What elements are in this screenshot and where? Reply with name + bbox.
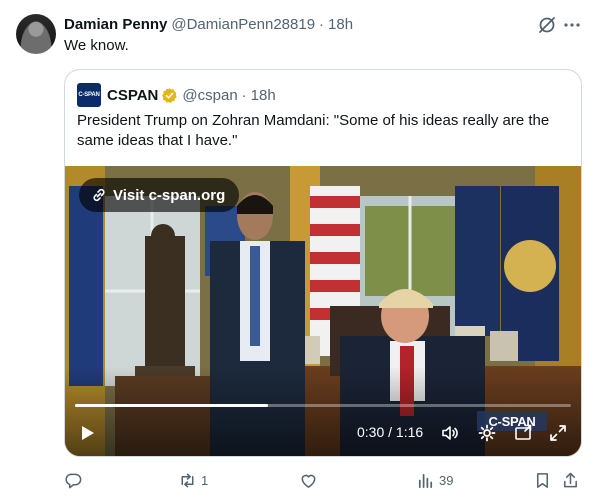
- repost-count: 1: [201, 472, 209, 488]
- repost-button[interactable]: 1: [178, 468, 208, 492]
- avatar[interactable]: [16, 14, 56, 54]
- video-time-readout: 0:30 / 1:16: [357, 424, 424, 440]
- views-count: 39: [439, 472, 454, 488]
- author-handle[interactable]: @DamianPenn28819: [171, 16, 315, 33]
- verified-badge-icon: [162, 87, 178, 103]
- bookmark-button[interactable]: [533, 468, 552, 492]
- author-name[interactable]: Damian Penny: [64, 16, 167, 33]
- link-icon: [93, 188, 105, 202]
- reply-icon: [65, 473, 82, 488]
- quote-author-name[interactable]: CSPAN: [107, 87, 158, 104]
- like-icon: [301, 474, 316, 488]
- volume-icon[interactable]: [440, 423, 460, 443]
- fullscreen-icon[interactable]: [548, 423, 568, 443]
- quoted-post[interactable]: C-SPAN CSPAN @cspan · 18h President Trum…: [64, 69, 582, 457]
- quote-separator-dot: ·: [241, 86, 247, 104]
- quote-text: President Trump on Zohran Mamdani: "Some…: [77, 112, 550, 149]
- more-icon[interactable]: [562, 15, 582, 35]
- quote-header: C-SPAN CSPAN @cspan · 18h: [77, 83, 276, 107]
- settings-icon[interactable]: [477, 423, 497, 443]
- bookmark-icon: [536, 472, 549, 488]
- visit-link-label: Visit c-span.org: [113, 186, 226, 204]
- visit-link-button[interactable]: Visit c-span.org: [79, 178, 240, 212]
- share-icon: [564, 472, 577, 487]
- share-button[interactable]: [561, 468, 580, 492]
- views-button[interactable]: 39: [416, 468, 453, 492]
- like-button[interactable]: [299, 468, 322, 492]
- video-progress-bar[interactable]: [75, 404, 571, 407]
- play-icon[interactable]: [77, 423, 97, 443]
- post-header: Damian Penny @DamianPenn28819 · 18h: [64, 14, 353, 34]
- views-icon: [418, 473, 433, 488]
- separator-dot: ·: [319, 15, 325, 33]
- post-time[interactable]: 18h: [328, 16, 353, 33]
- quote-author-handle[interactable]: @cspan: [182, 87, 237, 104]
- repost-icon: [181, 473, 194, 487]
- post-text: We know.: [64, 37, 129, 54]
- video-progress-fill: [75, 404, 269, 407]
- grok-icon[interactable]: [537, 15, 557, 35]
- post[interactable]: Damian Penny @DamianPenn28819 · 18h We k…: [0, 0, 597, 502]
- reply-button[interactable]: [64, 468, 87, 492]
- quote-time[interactable]: 18h: [251, 87, 276, 104]
- video-player[interactable]: Visit c-span.org C-SPAN 0:30 / 1:16: [65, 166, 581, 456]
- quote-avatar[interactable]: C-SPAN: [77, 83, 101, 107]
- action-bar: 1 39: [64, 468, 582, 492]
- pip-icon[interactable]: [513, 423, 533, 443]
